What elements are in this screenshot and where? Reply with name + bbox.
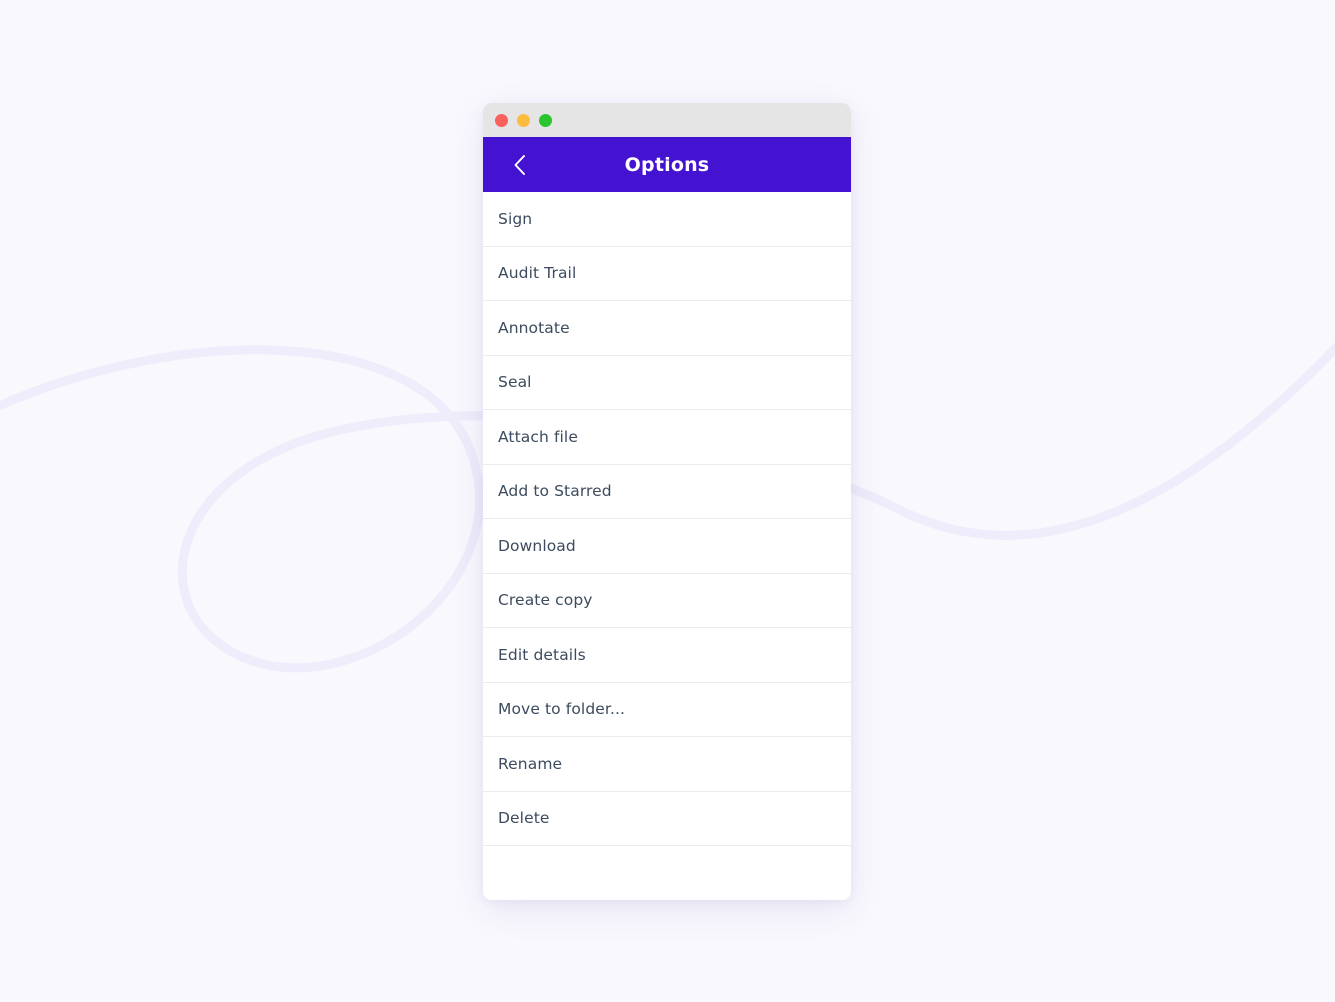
option-row-create-copy[interactable]: Create copy [483, 573, 851, 628]
option-label: Create copy [498, 591, 593, 610]
back-button[interactable] [491, 137, 549, 192]
option-label: Attach file [498, 427, 578, 446]
minimize-icon[interactable] [517, 113, 530, 127]
option-label: Annotate [498, 318, 570, 337]
close-icon[interactable] [495, 113, 508, 127]
option-row-download[interactable]: Download [483, 519, 851, 574]
option-row-audit-trail[interactable]: Audit Trail [483, 246, 851, 301]
option-label: Move to folder... [498, 700, 626, 719]
option-row-annotate[interactable]: Annotate [483, 301, 851, 356]
option-row-move-to-folder[interactable]: Move to folder... [483, 682, 851, 737]
option-label: Edit details [498, 645, 586, 664]
option-row-attach-file[interactable]: Attach file [483, 410, 851, 465]
option-row-edit-details[interactable]: Edit details [483, 628, 851, 683]
option-label: Sign [498, 209, 533, 228]
window-titlebar [483, 103, 851, 137]
chevron-left-icon [513, 154, 527, 176]
app-header: Options [483, 137, 851, 192]
option-row-sign[interactable]: Sign [483, 192, 851, 247]
options-window: Options Sign Audit Trail Annotate Seal A… [483, 103, 851, 900]
option-label: Delete [498, 809, 550, 828]
option-label: Seal [498, 373, 532, 392]
option-row-rename[interactable]: Rename [483, 737, 851, 792]
option-label: Download [498, 536, 576, 555]
option-row-add-to-starred[interactable]: Add to Starred [483, 464, 851, 519]
options-list: Sign Audit Trail Annotate Seal Attach fi… [483, 192, 851, 900]
option-label: Add to Starred [498, 482, 612, 501]
maximize-icon[interactable] [539, 113, 552, 127]
list-footer-spacer [483, 846, 851, 900]
option-label: Rename [498, 754, 563, 773]
option-label: Audit Trail [498, 264, 577, 283]
option-row-seal[interactable]: Seal [483, 355, 851, 410]
option-row-delete[interactable]: Delete [483, 791, 851, 846]
